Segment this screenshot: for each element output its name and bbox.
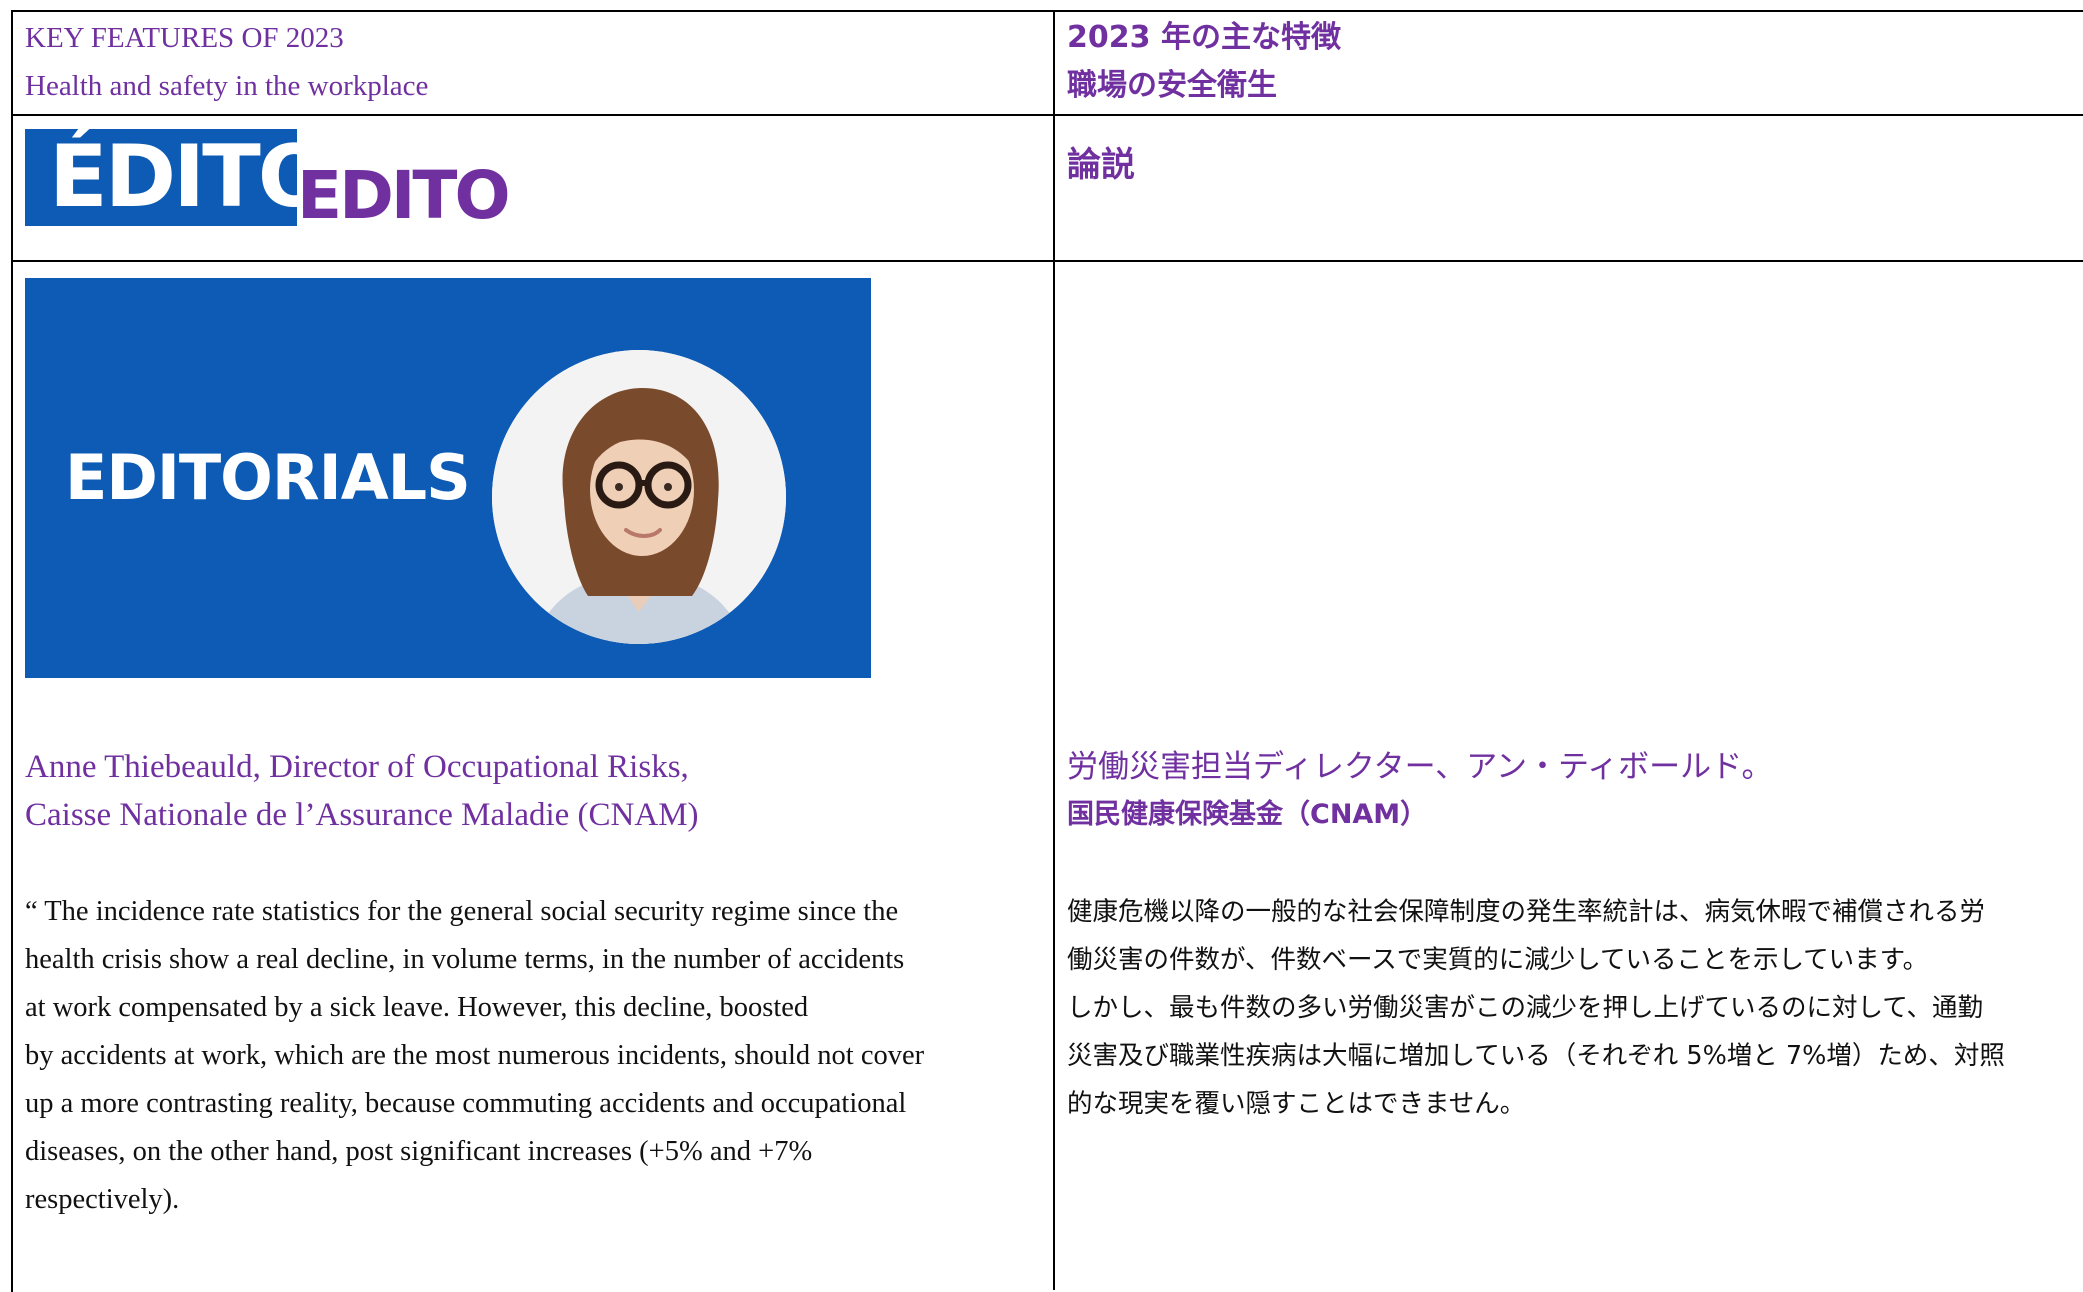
body-text-jp: 健康危機以降の一般的な社会保障制度の発生率統計は、病気休暇で補償される労 働災害… [1067, 888, 2077, 1128]
row-divider-2 [11, 260, 2083, 262]
body-line: by accidents at work, which are the most… [25, 1040, 925, 1071]
header-en-subtitle: Health and safety in the workplace [25, 70, 429, 102]
author-jp-name: 労働災害担当ディレクター、アン・ティボールド。 [1067, 749, 1773, 785]
author-en: Anne Thiebeauld, Director of Occupationa… [25, 743, 699, 839]
body-line-jp: 的な現実を覆い隠すことはできません。 [1067, 1089, 1526, 1119]
author-jp-org: 国民健康保険基金（CNAM） [1067, 799, 1428, 830]
edito-heading-jp: 論説 [1067, 145, 1135, 185]
body-line: health crisis show a real decline, in vo… [25, 944, 905, 975]
body-line-jp: 健康危機以降の一般的な社会保障制度の発生率統計は、病気休暇で補償される労 [1067, 897, 1986, 927]
header-jp: 2023 年の主な特徴 職場の安全衛生 [1067, 14, 1341, 110]
body-line-jp: 働災害の件数が、件数ベースで実質的に減少していることを示しています。 [1067, 945, 1929, 975]
header-en-title: KEY FEATURES OF 2023 [25, 22, 344, 54]
banner-label: EDITORIALS [65, 441, 471, 514]
body-line: up a more contrasting reality, because c… [25, 1088, 907, 1119]
body-line: “ The incidence rate statistics for the … [25, 896, 899, 927]
row-divider-1 [11, 114, 2083, 116]
body-line: diseases, on the other hand, post signif… [25, 1136, 813, 1167]
editorials-banner: EDITORIALS [25, 278, 871, 678]
author-portrait [492, 350, 786, 644]
header-jp-subtitle: 職場の安全衛生 [1067, 68, 1277, 103]
body-line-jp: 災害及び職業性疾病は大幅に増加している（それぞれ 5%増と 7%増）ため、対照 [1067, 1041, 2005, 1071]
author-en-org: Caisse Nationale de l’Assurance Maladie … [25, 797, 699, 833]
column-divider [1053, 10, 1055, 1290]
edito-badge: ÉDITO [25, 129, 297, 226]
author-en-name: Anne Thiebeauld, Director of Occupationa… [25, 749, 689, 785]
portrait-photo [492, 350, 786, 644]
body-text-en: “ The incidence rate statistics for the … [25, 888, 1045, 1224]
edito-heading: EDITO [297, 157, 511, 234]
body-line-jp: しかし、最も件数の多い労働災害がこの減少を押し上げているのに対して、通勤 [1067, 993, 1983, 1023]
body-line: respectively). [25, 1184, 180, 1215]
body-line: at work compensated by a sick leave. How… [25, 992, 809, 1023]
header-en: KEY FEATURES OF 2023 Health and safety i… [25, 14, 428, 110]
header-jp-title: 2023 年の主な特徴 [1067, 20, 1341, 55]
